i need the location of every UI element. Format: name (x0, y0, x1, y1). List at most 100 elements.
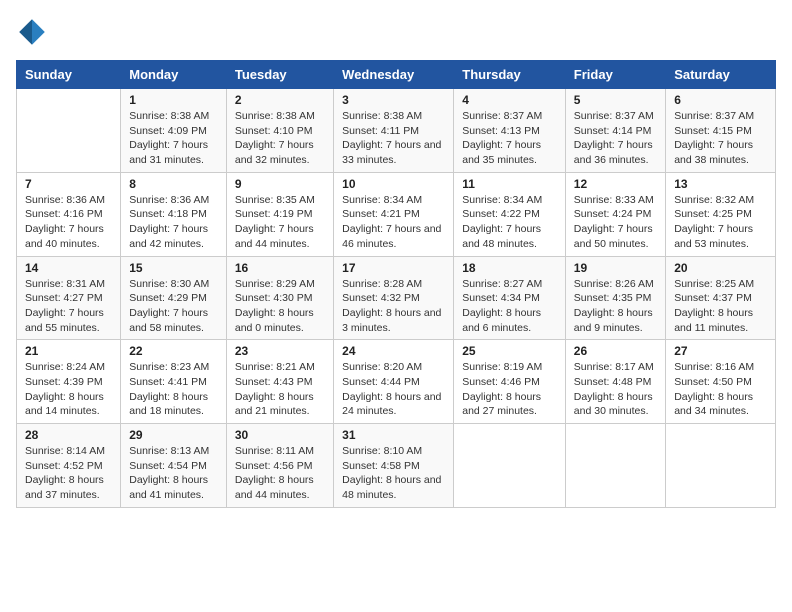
calendar-day-cell: 4 Sunrise: 8:37 AM Sunset: 4:13 PM Dayli… (454, 89, 566, 173)
day-number: 9 (235, 177, 325, 191)
daylight: Daylight: 7 hours and 53 minutes. (674, 222, 767, 251)
daylight: Daylight: 7 hours and 31 minutes. (129, 138, 218, 167)
logo-icon (16, 16, 48, 48)
sunset: Sunset: 4:15 PM (674, 124, 767, 139)
day-info: Sunrise: 8:13 AM Sunset: 4:54 PM Dayligh… (129, 444, 218, 503)
day-info: Sunrise: 8:34 AM Sunset: 4:21 PM Dayligh… (342, 193, 445, 252)
sunrise: Sunrise: 8:38 AM (342, 109, 445, 124)
sunset: Sunset: 4:19 PM (235, 207, 325, 222)
sunrise: Sunrise: 8:36 AM (129, 193, 218, 208)
sunset: Sunset: 4:32 PM (342, 291, 445, 306)
day-info: Sunrise: 8:31 AM Sunset: 4:27 PM Dayligh… (25, 277, 112, 336)
sunrise: Sunrise: 8:37 AM (674, 109, 767, 124)
sunset: Sunset: 4:27 PM (25, 291, 112, 306)
daylight: Daylight: 8 hours and 48 minutes. (342, 473, 445, 502)
day-number: 8 (129, 177, 218, 191)
day-number: 24 (342, 344, 445, 358)
daylight: Daylight: 8 hours and 6 minutes. (462, 306, 557, 335)
day-number: 27 (674, 344, 767, 358)
day-number: 22 (129, 344, 218, 358)
day-number: 15 (129, 261, 218, 275)
sunset: Sunset: 4:44 PM (342, 375, 445, 390)
day-info: Sunrise: 8:23 AM Sunset: 4:41 PM Dayligh… (129, 360, 218, 419)
day-number: 13 (674, 177, 767, 191)
sunset: Sunset: 4:22 PM (462, 207, 557, 222)
day-info: Sunrise: 8:36 AM Sunset: 4:18 PM Dayligh… (129, 193, 218, 252)
calendar-header-row: SundayMondayTuesdayWednesdayThursdayFrid… (17, 61, 776, 89)
calendar-day-cell: 22 Sunrise: 8:23 AM Sunset: 4:41 PM Dayl… (121, 340, 227, 424)
calendar-day-cell: 15 Sunrise: 8:30 AM Sunset: 4:29 PM Dayl… (121, 256, 227, 340)
daylight: Daylight: 8 hours and 3 minutes. (342, 306, 445, 335)
sunset: Sunset: 4:30 PM (235, 291, 325, 306)
day-number: 31 (342, 428, 445, 442)
sunrise: Sunrise: 8:38 AM (129, 109, 218, 124)
sunset: Sunset: 4:10 PM (235, 124, 325, 139)
day-info: Sunrise: 8:38 AM Sunset: 4:11 PM Dayligh… (342, 109, 445, 168)
sunrise: Sunrise: 8:25 AM (674, 277, 767, 292)
daylight: Daylight: 8 hours and 44 minutes. (235, 473, 325, 502)
sunset: Sunset: 4:50 PM (674, 375, 767, 390)
sunrise: Sunrise: 8:21 AM (235, 360, 325, 375)
day-info: Sunrise: 8:20 AM Sunset: 4:44 PM Dayligh… (342, 360, 445, 419)
sunrise: Sunrise: 8:14 AM (25, 444, 112, 459)
daylight: Daylight: 7 hours and 40 minutes. (25, 222, 112, 251)
sunset: Sunset: 4:52 PM (25, 459, 112, 474)
calendar-week-row: 21 Sunrise: 8:24 AM Sunset: 4:39 PM Dayl… (17, 340, 776, 424)
calendar-day-cell: 7 Sunrise: 8:36 AM Sunset: 4:16 PM Dayli… (17, 172, 121, 256)
daylight: Daylight: 8 hours and 14 minutes. (25, 390, 112, 419)
day-info: Sunrise: 8:21 AM Sunset: 4:43 PM Dayligh… (235, 360, 325, 419)
day-number: 25 (462, 344, 557, 358)
sunrise: Sunrise: 8:19 AM (462, 360, 557, 375)
day-number: 28 (25, 428, 112, 442)
day-of-week-header: Friday (565, 61, 665, 89)
day-of-week-header: Wednesday (334, 61, 454, 89)
calendar-day-cell: 26 Sunrise: 8:17 AM Sunset: 4:48 PM Dayl… (565, 340, 665, 424)
day-number: 30 (235, 428, 325, 442)
day-number: 23 (235, 344, 325, 358)
calendar-day-cell: 23 Sunrise: 8:21 AM Sunset: 4:43 PM Dayl… (226, 340, 333, 424)
day-of-week-header: Sunday (17, 61, 121, 89)
day-info: Sunrise: 8:37 AM Sunset: 4:13 PM Dayligh… (462, 109, 557, 168)
sunset: Sunset: 4:29 PM (129, 291, 218, 306)
day-info: Sunrise: 8:34 AM Sunset: 4:22 PM Dayligh… (462, 193, 557, 252)
calendar-day-cell: 2 Sunrise: 8:38 AM Sunset: 4:10 PM Dayli… (226, 89, 333, 173)
daylight: Daylight: 8 hours and 11 minutes. (674, 306, 767, 335)
day-info: Sunrise: 8:24 AM Sunset: 4:39 PM Dayligh… (25, 360, 112, 419)
calendar-day-cell: 8 Sunrise: 8:36 AM Sunset: 4:18 PM Dayli… (121, 172, 227, 256)
sunset: Sunset: 4:56 PM (235, 459, 325, 474)
sunset: Sunset: 4:48 PM (574, 375, 657, 390)
daylight: Daylight: 7 hours and 46 minutes. (342, 222, 445, 251)
daylight: Daylight: 7 hours and 42 minutes. (129, 222, 218, 251)
sunrise: Sunrise: 8:27 AM (462, 277, 557, 292)
sunrise: Sunrise: 8:37 AM (574, 109, 657, 124)
sunset: Sunset: 4:35 PM (574, 291, 657, 306)
day-info: Sunrise: 8:36 AM Sunset: 4:16 PM Dayligh… (25, 193, 112, 252)
sunrise: Sunrise: 8:11 AM (235, 444, 325, 459)
daylight: Daylight: 8 hours and 37 minutes. (25, 473, 112, 502)
day-number: 29 (129, 428, 218, 442)
day-info: Sunrise: 8:28 AM Sunset: 4:32 PM Dayligh… (342, 277, 445, 336)
daylight: Daylight: 8 hours and 0 minutes. (235, 306, 325, 335)
day-number: 4 (462, 93, 557, 107)
calendar-day-cell: 16 Sunrise: 8:29 AM Sunset: 4:30 PM Dayl… (226, 256, 333, 340)
calendar-day-cell (17, 89, 121, 173)
daylight: Daylight: 7 hours and 55 minutes. (25, 306, 112, 335)
daylight: Daylight: 7 hours and 58 minutes. (129, 306, 218, 335)
calendar-day-cell: 31 Sunrise: 8:10 AM Sunset: 4:58 PM Dayl… (334, 424, 454, 508)
calendar-week-row: 28 Sunrise: 8:14 AM Sunset: 4:52 PM Dayl… (17, 424, 776, 508)
daylight: Daylight: 8 hours and 24 minutes. (342, 390, 445, 419)
sunset: Sunset: 4:39 PM (25, 375, 112, 390)
calendar-day-cell: 3 Sunrise: 8:38 AM Sunset: 4:11 PM Dayli… (334, 89, 454, 173)
sunrise: Sunrise: 8:32 AM (674, 193, 767, 208)
day-info: Sunrise: 8:37 AM Sunset: 4:14 PM Dayligh… (574, 109, 657, 168)
sunset: Sunset: 4:14 PM (574, 124, 657, 139)
calendar-day-cell: 28 Sunrise: 8:14 AM Sunset: 4:52 PM Dayl… (17, 424, 121, 508)
sunset: Sunset: 4:21 PM (342, 207, 445, 222)
sunset: Sunset: 4:41 PM (129, 375, 218, 390)
calendar-week-row: 7 Sunrise: 8:36 AM Sunset: 4:16 PM Dayli… (17, 172, 776, 256)
sunrise: Sunrise: 8:24 AM (25, 360, 112, 375)
daylight: Daylight: 7 hours and 33 minutes. (342, 138, 445, 167)
day-info: Sunrise: 8:35 AM Sunset: 4:19 PM Dayligh… (235, 193, 325, 252)
daylight: Daylight: 7 hours and 44 minutes. (235, 222, 325, 251)
sunrise: Sunrise: 8:33 AM (574, 193, 657, 208)
